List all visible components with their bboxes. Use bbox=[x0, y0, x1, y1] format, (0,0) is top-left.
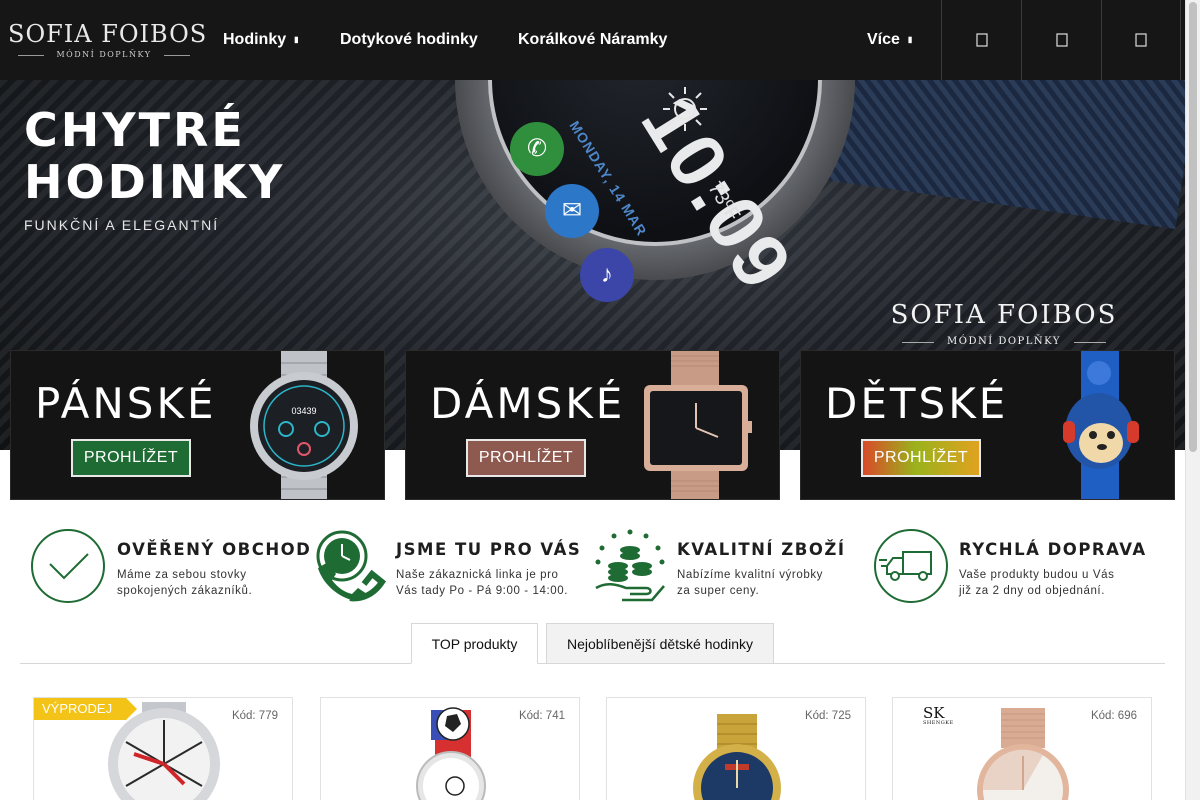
nav-item-hodinky[interactable]: Hodinky ▮ bbox=[223, 0, 299, 80]
hero-logo-tagline: MÓDNÍ DOPLŇKY bbox=[888, 336, 1120, 347]
product-code: Kód: 741 bbox=[518, 710, 565, 722]
feature-text-line: Nabízíme kvalitní výrobky bbox=[677, 569, 824, 581]
search-button[interactable] bbox=[941, 0, 1021, 80]
cart-button[interactable] bbox=[1101, 0, 1181, 80]
hero-title-line-1: CHYTRÉ bbox=[24, 103, 246, 157]
page-scrollbar[interactable] bbox=[1185, 0, 1200, 800]
category-banner-detske[interactable]: DĚTSKÉ PROHLÍŽET bbox=[800, 350, 1175, 500]
product-code: Kód: 779 bbox=[231, 710, 278, 722]
feature-text-line: Vás tady Po - Pá 9:00 - 14:00. bbox=[396, 585, 569, 597]
feature-text: Nabízíme kvalitní výrobky za super ceny. bbox=[677, 567, 823, 599]
logo-tagline: MÓDNÍ DOPLŇKY bbox=[8, 50, 200, 59]
site-header: SOFIA FOIBOS MÓDNÍ DOPLŇKY Hodinky ▮ Doty… bbox=[0, 0, 1185, 80]
feature-title: OVĚŘENÝ OBCHOD bbox=[117, 540, 312, 559]
coins-hand-icon bbox=[595, 529, 665, 602]
feature-text-line: Naše zákaznická linka je pro bbox=[396, 569, 559, 581]
page: SOFIA FOIBOS MÓDNÍ DOPLŇKY Hodinky ▮ Doty… bbox=[0, 0, 1200, 800]
feature-text-line: Vaše produkty budou u Vás bbox=[959, 569, 1115, 581]
feature-text-line: Máme za sebou stovky bbox=[117, 569, 247, 581]
product-image bbox=[693, 714, 781, 800]
category-title: PÁNSKÉ bbox=[35, 379, 217, 428]
category-banner-panske[interactable]: PÁNSKÉ PROHLÍŽET 03439 bbox=[10, 350, 385, 500]
product-card[interactable]: SK SHENGKE Kód: 696 bbox=[892, 697, 1152, 800]
category-banner-damske[interactable]: DÁMSKÉ PROHLÍŽET bbox=[405, 350, 780, 500]
dropdown-caret-icon: ▮ bbox=[294, 35, 299, 44]
sale-badge: VÝPRODEJ bbox=[34, 698, 138, 720]
checkmark-icon bbox=[31, 529, 105, 603]
feature-quality: KVALITNÍ ZBOŽÍ Nabízíme kvalitní výrobky… bbox=[592, 528, 862, 608]
scrollbar-thumb[interactable] bbox=[1189, 2, 1197, 452]
logo-name: SOFIA FOIBOS bbox=[8, 20, 208, 48]
browse-button[interactable]: PROHLÍŽET bbox=[466, 439, 586, 477]
hero-subtitle: FUNKČNÍ A ELEGANTNÍ bbox=[24, 217, 220, 233]
brand-logo: SK SHENGKE bbox=[923, 704, 954, 726]
hero-logo: SOFIA FOIBOS MÓDNÍ DOPLŇKY bbox=[888, 300, 1120, 347]
browse-button[interactable]: PROHLÍŽET bbox=[861, 439, 981, 477]
music-app-icon: ♪ bbox=[580, 248, 634, 302]
product-code: Kód: 696 bbox=[1090, 710, 1137, 722]
browse-button[interactable]: PROHLÍŽET bbox=[71, 439, 191, 477]
nav-label: Hodinky bbox=[223, 31, 287, 48]
product-card[interactable]: VÝPRODEJ Kód: 779 bbox=[33, 697, 293, 800]
feature-text-line: již za 2 dny od objednání. bbox=[959, 585, 1106, 597]
nav-item-vice[interactable]: Více ▮ bbox=[867, 0, 912, 80]
feature-title: RYCHLÁ DOPRAVA bbox=[959, 540, 1147, 559]
feature-support: JSME TU PRO VÁS Naše zákaznická linka je… bbox=[312, 528, 592, 608]
mens-watch-image: 03439 bbox=[250, 351, 358, 499]
feature-title: KVALITNÍ ZBOŽÍ bbox=[677, 540, 846, 559]
cart-icon bbox=[1135, 33, 1147, 47]
feature-title: JSME TU PRO VÁS bbox=[396, 540, 582, 559]
womens-watch-image bbox=[644, 351, 752, 499]
nav-label: Více bbox=[867, 31, 900, 48]
nav-label: Dotykové hodinky bbox=[340, 31, 478, 48]
feature-fast-delivery: RYCHLÁ DOPRAVA Vaše produkty budou u Vás… bbox=[873, 528, 1163, 608]
product-card[interactable]: Kód: 725 bbox=[606, 697, 866, 800]
brand-subname: SHENGKE bbox=[923, 720, 954, 726]
hero-logo-name: SOFIA FOIBOS bbox=[890, 300, 1118, 330]
product-image bbox=[416, 707, 486, 800]
tab-top-products[interactable]: TOP produkty bbox=[411, 623, 538, 664]
nav-label: Korálkové Náramky bbox=[518, 31, 668, 48]
product-code: Kód: 725 bbox=[804, 710, 851, 722]
phone-app-icon: ✆ bbox=[510, 122, 564, 176]
category-title: DĚTSKÉ bbox=[825, 379, 1009, 428]
hero-title: CHYTRÉ HODINKY bbox=[24, 104, 285, 208]
phone-clock-icon bbox=[316, 530, 387, 602]
truck-icon bbox=[874, 529, 948, 603]
feature-text-line: za super ceny. bbox=[677, 585, 760, 597]
feature-text: Naše zákaznická linka je pro Vás tady Po… bbox=[396, 567, 568, 599]
product-card[interactable]: Kód: 741 bbox=[320, 697, 580, 800]
mail-app-icon: ✉ bbox=[545, 184, 599, 238]
feature-text-line: spokojených zákazníků. bbox=[117, 585, 253, 597]
feature-text: Máme za sebou stovky spokojených zákazní… bbox=[117, 567, 252, 599]
feature-verified-shop: OVĚŘENÝ OBCHOD Máme za sebou stovky spok… bbox=[30, 528, 310, 608]
nav-item-koralkove-naramky[interactable]: Korálkové Náramky bbox=[518, 0, 667, 80]
nav-item-dotykove-hodinky[interactable]: Dotykové hodinky bbox=[340, 0, 478, 80]
site-logo[interactable]: SOFIA FOIBOS MÓDNÍ DOPLŇKY bbox=[8, 20, 208, 64]
search-icon bbox=[975, 33, 988, 47]
sun-icon bbox=[663, 87, 707, 131]
svg-text:03439: 03439 bbox=[291, 406, 316, 416]
tab-popular-kids-watches[interactable]: Nejoblíbenější dětské hodinky bbox=[546, 623, 774, 664]
account-button[interactable] bbox=[1021, 0, 1101, 80]
dropdown-caret-icon: ▮ bbox=[907, 35, 913, 44]
hero-title-line-2: HODINKY bbox=[24, 155, 286, 209]
category-title: DÁMSKÉ bbox=[430, 379, 626, 428]
product-image bbox=[977, 708, 1069, 800]
feature-text: Vaše produkty budou u Vás již za 2 dny o… bbox=[959, 567, 1114, 599]
kids-watch-image bbox=[1063, 351, 1139, 499]
user-icon bbox=[1055, 33, 1068, 47]
